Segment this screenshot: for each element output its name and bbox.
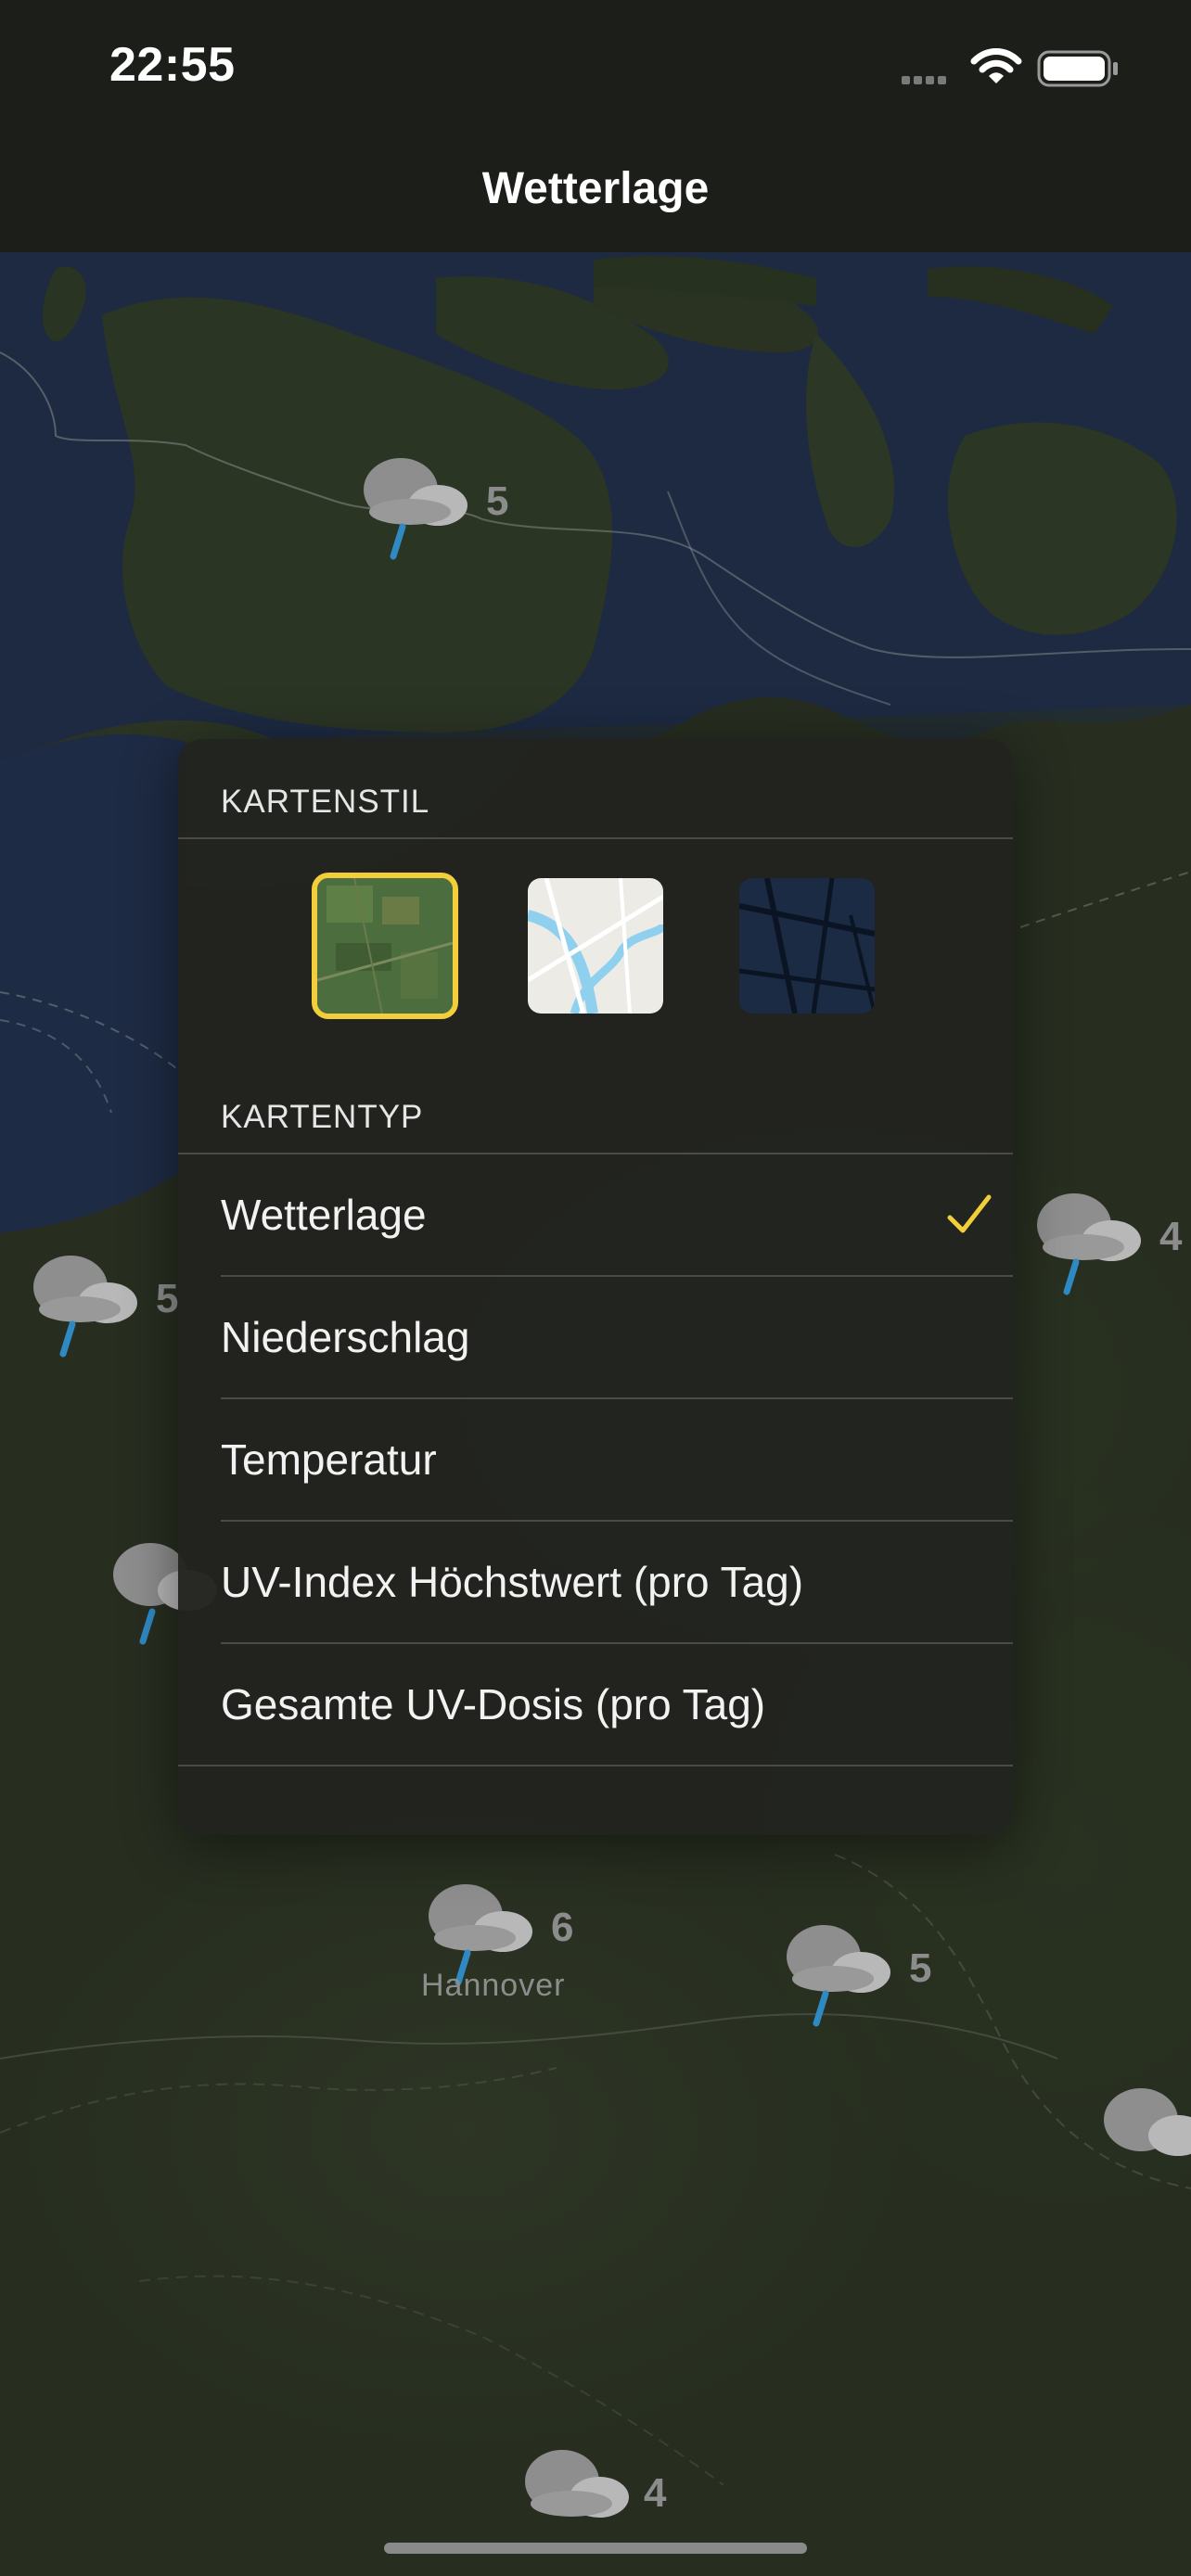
map-style-dark[interactable]: [739, 878, 875, 1014]
city-label-hannover: Hannover: [421, 1968, 566, 2003]
rain-cloud-icon: [525, 2450, 629, 2518]
map-type-option-uv-dosis[interactable]: Gesamte UV-Dosis (pro Tag): [178, 1644, 1013, 1765]
marker-value: 6: [551, 1905, 574, 1950]
map-style-standard[interactable]: [528, 878, 663, 1014]
map-style-satellite[interactable]: [312, 873, 458, 1019]
rain-cloud-icon: [1037, 1193, 1141, 1295]
dark-map-thumbnail-icon: [739, 878, 875, 1014]
rain-cloud-icon: [33, 1256, 137, 1358]
rain-cloud-icon: [1104, 2088, 1191, 2156]
marker-value: 5: [909, 1945, 932, 1991]
weather-marker-west[interactable]: 5: [24, 1252, 178, 1368]
checkmark-icon: [947, 1194, 992, 1233]
weather-marker-east[interactable]: 4: [1028, 1190, 1182, 1306]
map-type-label: Gesamte UV-Dosis (pro Tag): [221, 1680, 766, 1728]
section-header-map-style: KARTENSTIL: [221, 784, 430, 820]
weather-marker-edge-right[interactable]: [1095, 2085, 1191, 2182]
top-bar: 22:55 Wetterlage: [0, 0, 1191, 252]
marker-value: 5: [156, 1276, 179, 1321]
map-type-option-niederschlag[interactable]: Niederschlag: [178, 1277, 1013, 1397]
map-type-option-temperatur[interactable]: Temperatur: [178, 1399, 1013, 1520]
satellite-map-thumbnail-icon: [317, 878, 453, 1014]
marker-value: 5: [486, 478, 509, 524]
wifi-icon: [970, 48, 1022, 83]
page-title: Wetterlage: [481, 164, 710, 213]
rain-cloud-icon: [787, 1925, 890, 2027]
map-type-option-uv-index[interactable]: UV-Index Höchstwert (pro Tag): [178, 1522, 1013, 1642]
status-time: 22:55: [109, 38, 236, 92]
standard-map-thumbnail-icon: [528, 878, 663, 1014]
divider: [178, 1765, 1013, 1766]
marker-value: 4: [1159, 1214, 1183, 1259]
map-type-label: Wetterlage: [221, 1191, 427, 1239]
divider: [178, 837, 1013, 839]
map-type-label: Niederschlag: [221, 1313, 470, 1361]
home-indicator[interactable]: [384, 2543, 807, 2554]
map-type-option-wetterlage[interactable]: Wetterlage: [178, 1154, 1013, 1275]
marker-value: 4: [644, 2470, 667, 2516]
weather-marker-north[interactable]: 5: [354, 454, 508, 570]
weather-marker-southeast[interactable]: 5: [777, 1921, 931, 2037]
map-type-label: Temperatur: [221, 1435, 437, 1484]
section-header-map-type: KARTENTYP: [221, 1099, 424, 1135]
cellular-signal-icon: [902, 72, 950, 89]
rain-cloud-icon: [364, 458, 467, 560]
map-type-label: UV-Index Höchstwert (pro Tag): [221, 1558, 804, 1606]
battery-icon: [1037, 50, 1118, 87]
map-options-popover: KARTENSTIL KARTENTYP Wetterlage Niedersc…: [178, 739, 1013, 1835]
